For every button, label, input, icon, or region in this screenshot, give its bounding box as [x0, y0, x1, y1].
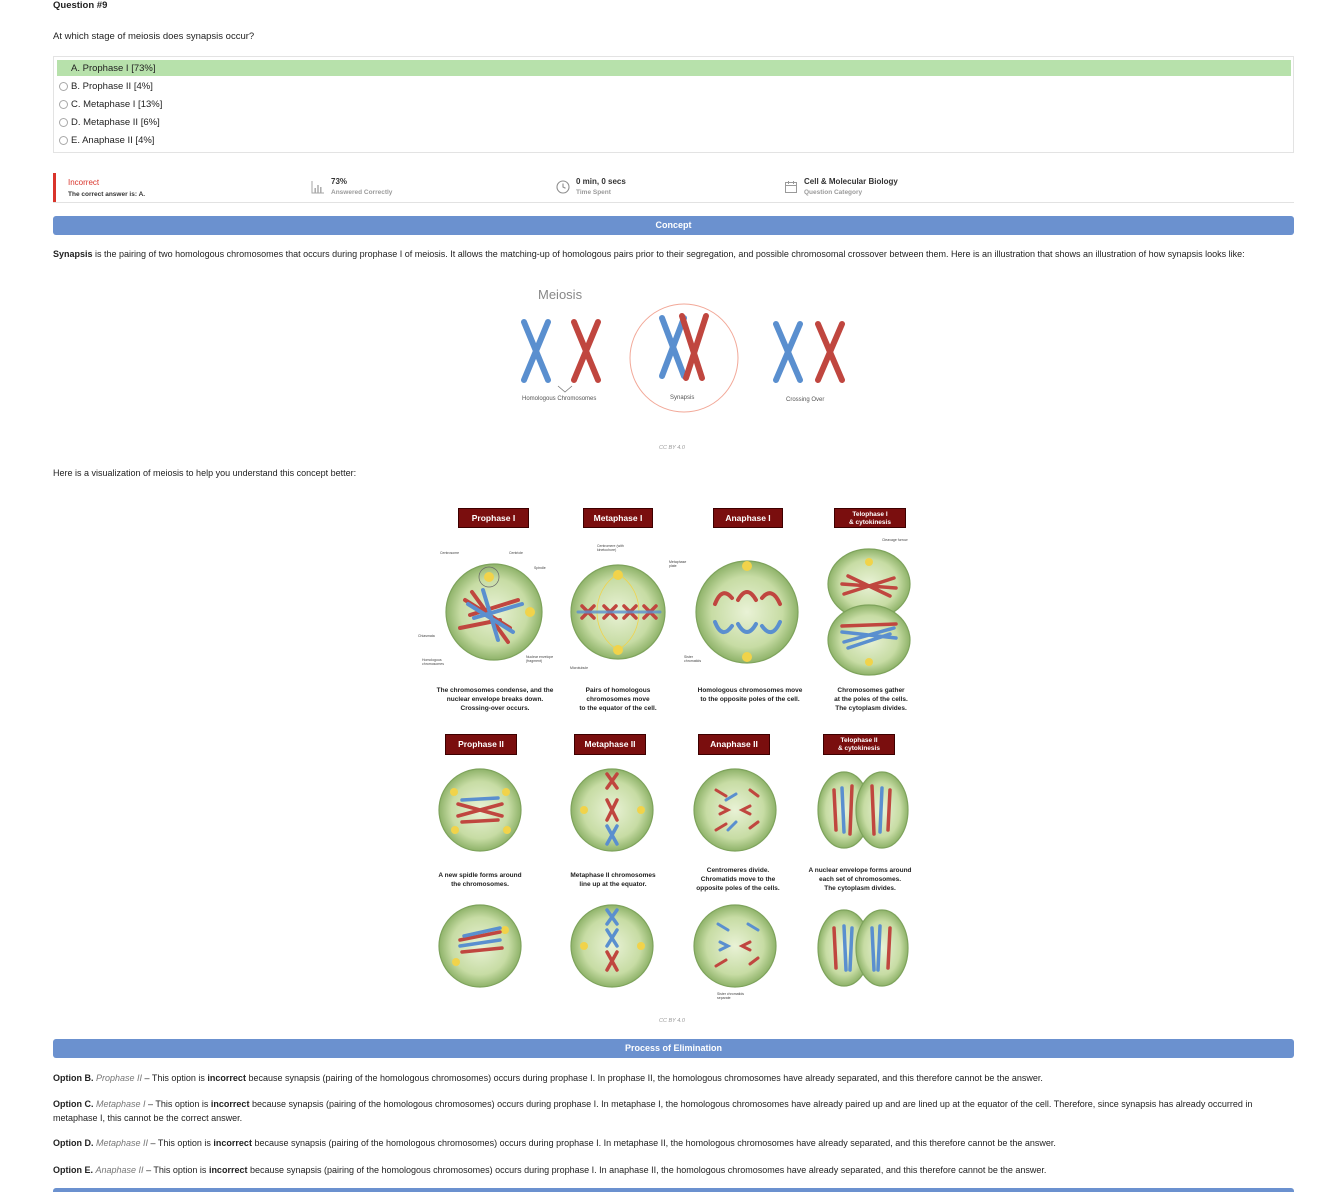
- meiosis-cells-illustration: [438, 548, 911, 988]
- option-id: Option B.: [53, 1073, 94, 1083]
- phase-label: Prophase II: [445, 734, 517, 755]
- stat-percent: 73% Answered Correctly: [311, 177, 392, 196]
- explanation-text: – This option is: [145, 1099, 211, 1109]
- phase-label: Anaphase II: [698, 734, 770, 755]
- label-homologous: Homologous Chromosomes: [522, 396, 597, 402]
- figure1-credit: CC BY 4.0: [659, 445, 685, 451]
- meiosis-synapsis-figure: Meiosis Homologous Chromosomes Synapsis …: [510, 282, 860, 422]
- option-c[interactable]: C. Metaphase I [13%]: [57, 96, 1291, 112]
- phase-caption: Pairs of homologous chromosomes move to …: [579, 687, 657, 712]
- result-indicator-bar: [53, 173, 56, 202]
- stat-time: 0 min, 0 secs Time Spent: [556, 177, 626, 196]
- verdict: incorrect: [207, 1073, 246, 1083]
- bar-chart-icon: [311, 181, 324, 194]
- option-label: E. Anaphase II [4%]: [71, 134, 155, 146]
- phase-caption: The chromosomes condense, and the nuclea…: [436, 687, 554, 712]
- radio-icon[interactable]: [59, 135, 68, 145]
- elimination-header: Process of Elimination: [53, 1039, 1294, 1058]
- calendar-icon: [785, 181, 797, 193]
- option-label: D. Metaphase II [6%]: [71, 116, 160, 128]
- option-label: A. Prophase I [73%]: [71, 62, 156, 74]
- elimination-item: Option C. Metaphase I – This option is i…: [53, 1097, 1293, 1125]
- term-synapsis: Synapsis: [53, 249, 93, 259]
- option-id: Option E.: [53, 1165, 93, 1175]
- verdict: incorrect: [210, 1099, 250, 1109]
- question-number: Question #9: [53, 0, 108, 11]
- explanation-text: because synapsis (pairing of the homolog…: [251, 1138, 1056, 1148]
- elimination-item: Option D. Metaphase II – This option is …: [53, 1136, 1293, 1150]
- phase-caption: Metaphase II chromosomes line up at the …: [570, 872, 656, 888]
- figure2-credit: CC BY 4.0: [659, 1018, 685, 1024]
- label-crossing-over: Crossing Over: [786, 397, 825, 403]
- next-section-bar: [53, 1188, 1294, 1192]
- option-b[interactable]: B. Prophase II [4%]: [57, 78, 1291, 94]
- option-label: B. Prophase II [4%]: [71, 80, 153, 92]
- question-stem: At which stage of meiosis does synapsis …: [53, 31, 255, 42]
- phase-caption: A new spidle forms around the chromosome…: [438, 872, 522, 888]
- radio-icon[interactable]: [59, 99, 68, 109]
- concept-header: Concept: [53, 216, 1294, 235]
- answer-options: A. Prophase I [73%] B. Prophase II [4%] …: [53, 56, 1294, 153]
- option-name: Anaphase II: [95, 1165, 144, 1175]
- phase-caption: Chromosomes gather at the poles of the c…: [834, 687, 908, 712]
- explanation-text: because synapsis (pairing of the homolog…: [247, 1165, 1047, 1175]
- option-e[interactable]: E. Anaphase II [4%]: [57, 132, 1291, 148]
- radio-icon[interactable]: [59, 117, 68, 127]
- phase-label: Telophase II & cytokinesis: [823, 734, 895, 755]
- category-label: Question Category: [804, 189, 863, 196]
- concept-text: is the pairing of two homologous chromos…: [92, 249, 1245, 259]
- phase-caption: Homologous chromosomes move to the oppos…: [697, 687, 803, 703]
- time-value: 0 min, 0 secs: [576, 177, 626, 186]
- label-synapsis: Synapsis: [670, 395, 695, 401]
- explanation-text: because synapsis (pairing of the homolog…: [245, 1073, 1043, 1083]
- option-a[interactable]: A. Prophase I [73%]: [57, 60, 1291, 76]
- explanation-text: – This option is: [148, 1138, 214, 1148]
- verdict: incorrect: [213, 1138, 252, 1148]
- option-id: Option D.: [53, 1138, 94, 1148]
- explanation-text: – This option is: [143, 1165, 209, 1175]
- clock-icon: [556, 180, 570, 194]
- verdict: incorrect: [208, 1165, 248, 1175]
- phase-caption: A nuclear envelope forms around each set…: [808, 867, 912, 892]
- stat-category: Cell & Molecular Biology Question Catego…: [784, 177, 898, 196]
- time-label: Time Spent: [576, 189, 611, 196]
- result-stats: Incorrect The correct answer is: A. 73% …: [53, 173, 1294, 203]
- category-value: Cell & Molecular Biology: [804, 177, 898, 186]
- option-id: Option C.: [53, 1099, 94, 1109]
- percent-label: Answered Correctly: [331, 189, 393, 196]
- viz-intro: Here is a visualization of meiosis to he…: [53, 468, 357, 478]
- option-label: C. Metaphase I [13%]: [71, 98, 163, 110]
- option-name: Metaphase II: [96, 1138, 149, 1148]
- phase-caption: Centromeres divide. Chromatids move to t…: [696, 867, 780, 892]
- meiosis-phases-figure: Prophase I Metaphase I Anaphase I Teloph…: [410, 500, 930, 1010]
- radio-icon[interactable]: [59, 81, 68, 91]
- option-d[interactable]: D. Metaphase II [6%]: [57, 114, 1291, 130]
- option-name: Metaphase I: [96, 1099, 146, 1109]
- explanation-text: – This option is: [142, 1073, 208, 1083]
- elimination-item: Option B. Prophase II – This option is i…: [53, 1071, 1293, 1085]
- result-status: Incorrect: [68, 178, 100, 187]
- concept-paragraph: Synapsis is the pairing of two homologou…: [53, 247, 1293, 261]
- correct-answer-text: The correct answer is: A.: [68, 191, 146, 198]
- percent-value: 73%: [331, 177, 348, 186]
- phase-label: Metaphase II: [574, 734, 646, 755]
- option-name: Prophase II: [96, 1073, 143, 1083]
- elimination-item: Option E. Anaphase II – This option is i…: [53, 1163, 1293, 1177]
